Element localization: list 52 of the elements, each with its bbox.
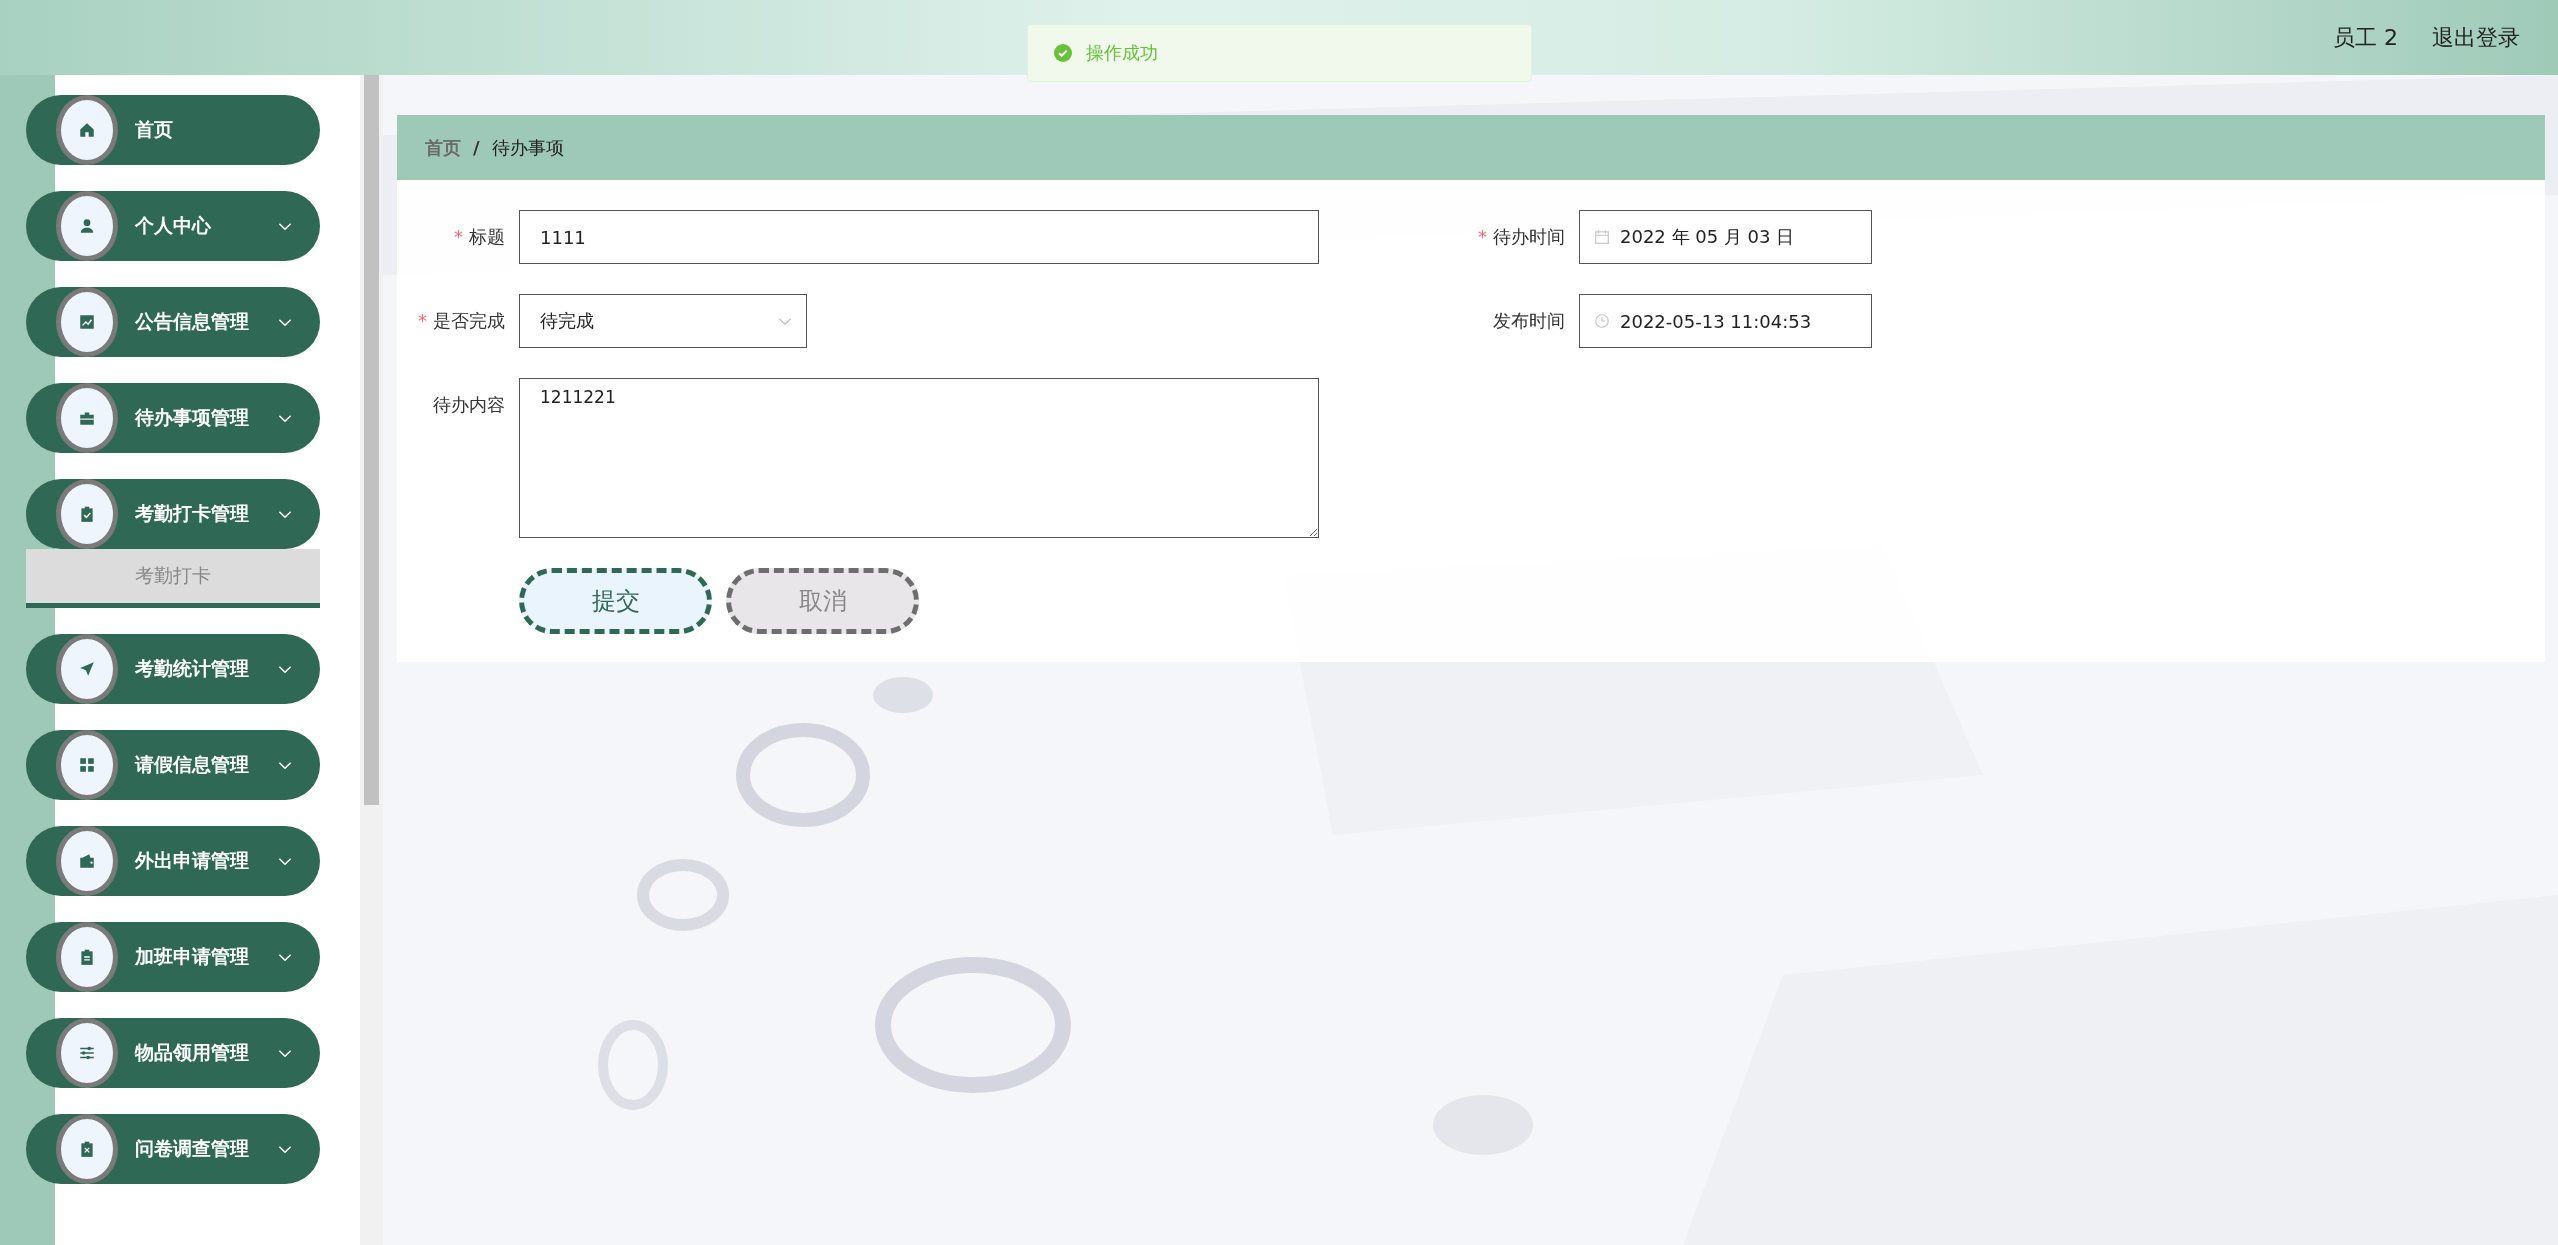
field-label: * 待办时间 — [1478, 225, 1565, 249]
field-label: 待办内容 — [432, 393, 505, 417]
scrollbar[interactable] — [360, 75, 383, 1245]
menu-item[interactable]: 考勤统计管理 — [26, 634, 320, 704]
submit-button[interactable]: 提交 — [519, 568, 712, 634]
user-name: 员工 2 — [2333, 23, 2398, 52]
menu-item[interactable]: 外出申请管理 — [26, 826, 320, 896]
grid-icon — [78, 756, 96, 774]
menu-item[interactable]: 加班申请管理 — [26, 922, 320, 992]
toast-message: 操作成功 — [1027, 24, 1532, 82]
select-field[interactable]: 待完成 — [519, 294, 807, 348]
content-textarea[interactable]: 1211221 — [519, 378, 1319, 538]
home-icon — [78, 121, 96, 139]
chevron-icon — [278, 856, 292, 866]
clip-icon — [78, 505, 96, 523]
doc-icon — [78, 948, 96, 966]
chevron-icon — [278, 317, 292, 327]
menu-item[interactable]: 首页 — [26, 95, 320, 165]
wallet-icon — [78, 852, 96, 870]
clock-icon — [1594, 313, 1610, 329]
field-label: * 是否完成 — [417, 309, 505, 333]
date-field[interactable]: 2022 年 05 月 03 日 — [1579, 210, 1872, 264]
menu-item[interactable]: 待办事项管理 — [26, 383, 320, 453]
field-label: * 标题 — [453, 225, 505, 249]
menu-item[interactable]: 物品领用管理 — [26, 1018, 320, 1088]
text-field[interactable]: 1111 — [519, 210, 1319, 264]
field-label: 发布时间 — [1493, 309, 1565, 333]
person-icon — [78, 217, 96, 235]
calendar-icon — [1594, 229, 1610, 245]
breadcrumb-current: 待办事项 — [491, 135, 564, 160]
chevron-icon — [278, 760, 292, 770]
chevron-icon — [278, 221, 292, 231]
chevron-icon — [278, 664, 292, 674]
chevron-icon — [278, 1144, 292, 1154]
sliders-icon — [78, 1044, 96, 1062]
chevron-icon — [778, 316, 792, 326]
menu-item[interactable]: 考勤打卡管理 — [26, 479, 320, 549]
case-icon — [78, 409, 96, 427]
plane-icon — [78, 660, 96, 678]
menu-item[interactable]: 问卷调查管理 — [26, 1114, 320, 1184]
menu-item[interactable]: 请假信息管理 — [26, 730, 320, 800]
chevron-icon — [278, 1048, 292, 1058]
logout-link[interactable]: 退出登录 — [2432, 22, 2520, 53]
chevron-icon — [278, 413, 292, 423]
check-icon — [1054, 44, 1072, 62]
chevron-icon — [278, 509, 292, 519]
date-field[interactable]: 2022-05-13 11:04:53 — [1579, 294, 1872, 348]
menu-item[interactable]: 个人中心 — [26, 191, 320, 261]
menu-item[interactable]: 公告信息管理 — [26, 287, 320, 357]
chevron-icon — [278, 952, 292, 962]
chart-icon — [78, 313, 96, 331]
breadcrumb-separator: / — [473, 137, 480, 158]
